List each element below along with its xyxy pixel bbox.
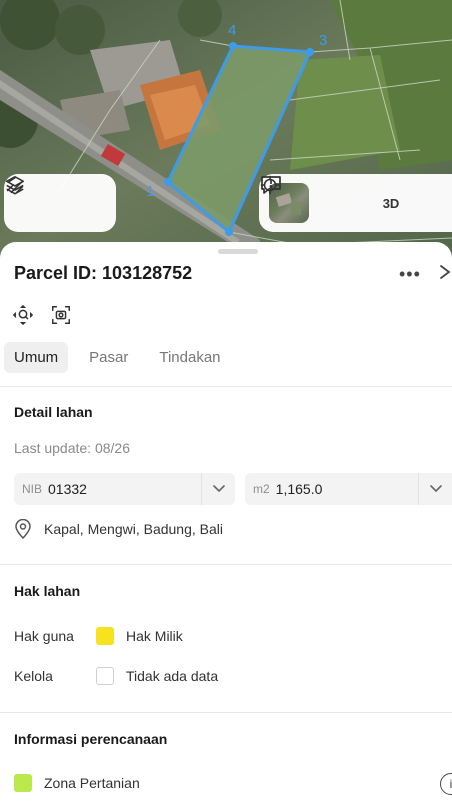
- map-tools-left: [4, 174, 116, 232]
- zoom-to-parcel-button[interactable]: [12, 304, 34, 326]
- status-swatch: [96, 667, 114, 685]
- rights-label: Hak guna: [14, 628, 74, 644]
- chevron-down-icon: [212, 485, 225, 493]
- zone-label: Zona Pertanian: [44, 775, 140, 791]
- rights-label: Kelola: [14, 668, 53, 684]
- location-row: Kapal, Mengwi, Badung, Bali: [14, 519, 223, 539]
- rights-row-hak-guna: Hak guna Hak Milik: [14, 627, 183, 645]
- rights-value: Tidak ada data: [126, 668, 219, 684]
- nib-prefix: NIB: [22, 482, 43, 496]
- rights-row-kelola: Kelola Tidak ada data: [14, 667, 218, 685]
- location-text: Kapal, Mengwi, Badung, Bali: [44, 521, 223, 537]
- parcel-title: Parcel ID: 103128752: [14, 263, 193, 283]
- nib-field[interactable]: NIB 01332: [14, 473, 235, 505]
- map-pin-icon: [14, 519, 32, 539]
- divider: [0, 386, 452, 387]
- section-title-rights: Hak lahan: [14, 583, 81, 599]
- rights-value: Hak Milik: [126, 628, 183, 644]
- section-title-detail: Detail lahan: [14, 404, 93, 420]
- section-title-planning: Informasi perencanaan: [14, 731, 168, 747]
- locate-button[interactable]: [260, 175, 361, 223]
- feedback-icon: [261, 176, 281, 194]
- divider: [0, 712, 452, 713]
- vertex-label-1: 1: [146, 183, 155, 200]
- zone-swatch: [14, 774, 32, 792]
- draw-button[interactable]: [6, 176, 103, 223]
- vertex-label-4: 4: [228, 22, 237, 39]
- vertex-label-3: 3: [319, 32, 328, 49]
- last-update-text: Last update: 08/26: [14, 440, 130, 456]
- sheet-drag-handle[interactable]: [218, 249, 258, 254]
- 3d-button[interactable]: 3D: [371, 183, 411, 223]
- divider: [0, 564, 452, 565]
- tab-pasar[interactable]: Pasar: [79, 342, 138, 373]
- area-value: 1,165.0: [275, 481, 323, 497]
- area-field[interactable]: m2 1,165.0: [245, 473, 452, 505]
- nib-dropdown-button[interactable]: [201, 473, 235, 505]
- tab-tindakan[interactable]: Tindakan: [149, 342, 230, 373]
- 3d-label: 3D: [382, 195, 400, 211]
- parcel-tools: [12, 304, 72, 326]
- screenshot-button[interactable]: [50, 304, 72, 326]
- camera-focus-icon: [52, 306, 70, 324]
- parcel-detail-sheet: Parcel ID: 103128752 ••• Umum Pasar Tind…: [0, 242, 452, 804]
- map-tools-right: 3D: [259, 174, 452, 232]
- chevron-down-icon: [429, 485, 442, 493]
- draw-icon: [6, 176, 24, 194]
- nib-value: 01332: [48, 481, 87, 497]
- tab-umum[interactable]: Umum: [4, 342, 69, 373]
- zone-row: Zona Pertanian: [14, 774, 140, 792]
- area-dropdown-button[interactable]: [418, 473, 452, 505]
- close-button[interactable]: [438, 262, 452, 287]
- status-swatch: [96, 627, 114, 645]
- more-options-button[interactable]: •••: [399, 264, 421, 285]
- tab-bar: Umum Pasar Tindakan: [4, 342, 242, 373]
- zoom-to-parcel-icon: [13, 305, 33, 325]
- area-prefix: m2: [253, 482, 270, 496]
- feedback-button[interactable]: [261, 176, 452, 223]
- close-icon: [440, 265, 451, 279]
- map-view[interactable]: 4 3 1 3D: [0, 0, 452, 260]
